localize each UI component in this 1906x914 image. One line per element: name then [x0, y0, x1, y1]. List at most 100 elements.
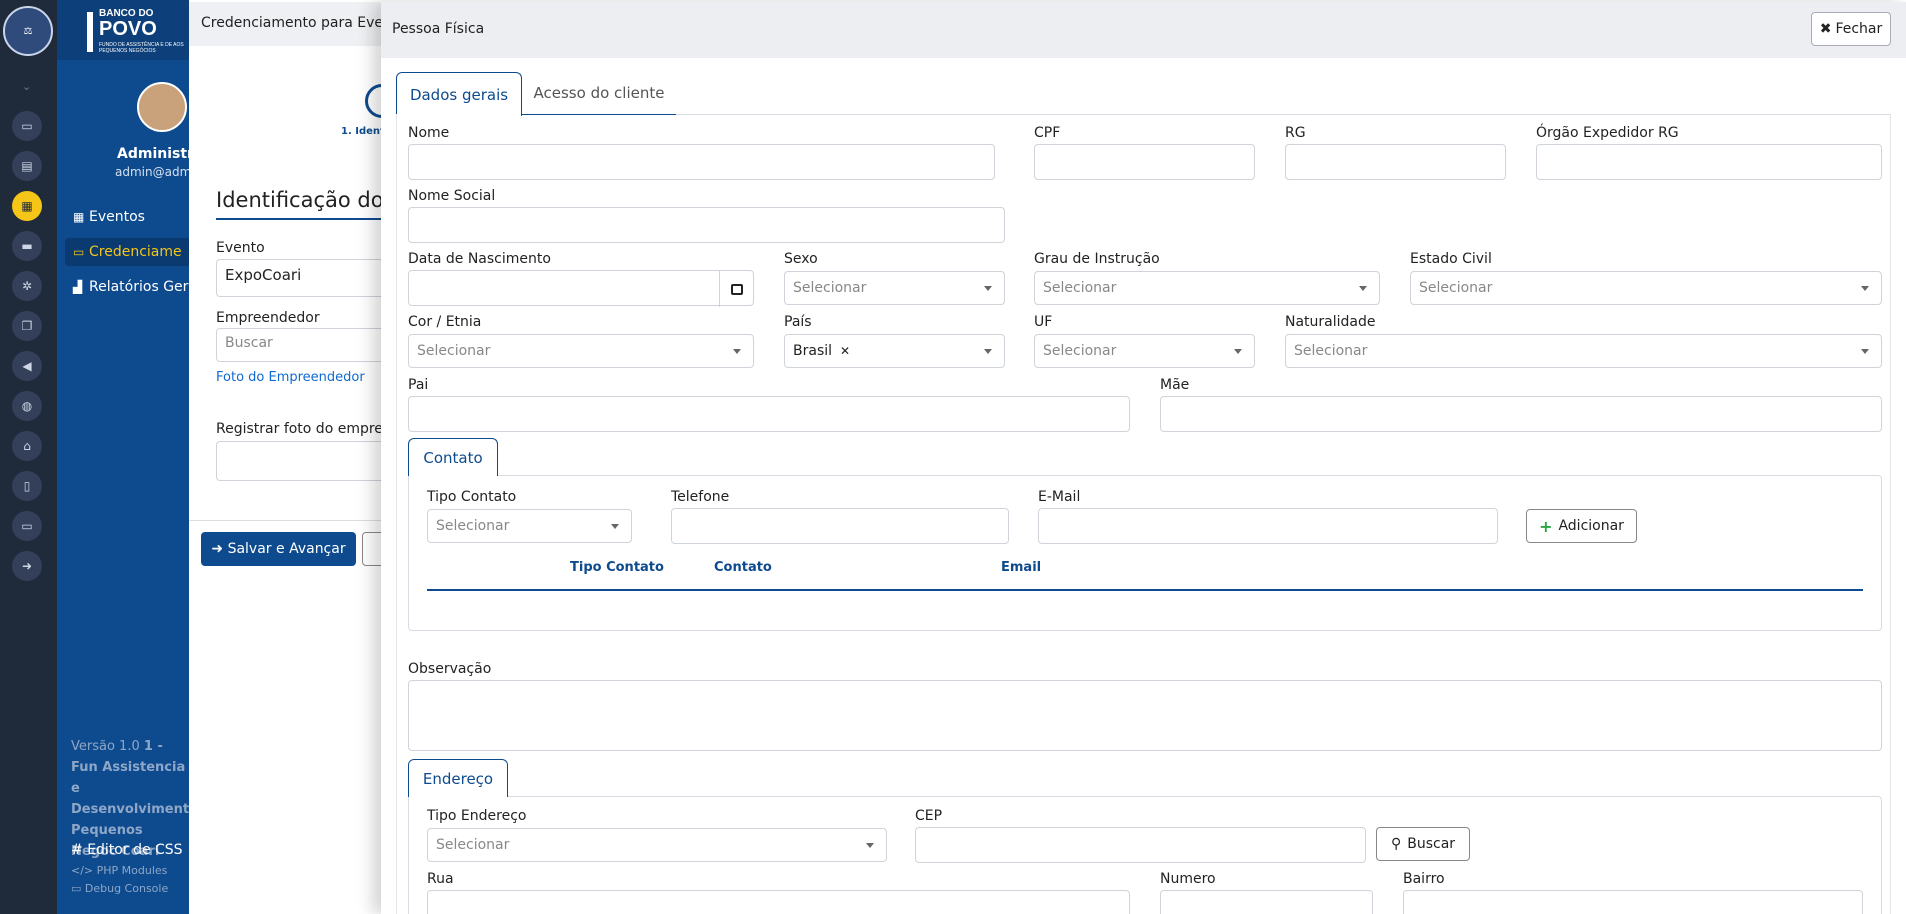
buscar-cep-button[interactable]: ⚲ Buscar — [1376, 827, 1470, 861]
save-advance-button[interactable]: ➜ Salvar e Avançar — [201, 532, 356, 566]
footer-version: Versão 1.0 — [71, 739, 140, 754]
rua-field[interactable] — [427, 890, 1130, 914]
page-title: Identificação do E — [216, 188, 404, 212]
tab-dados-gerais[interactable]: Dados gerais — [396, 72, 522, 116]
pai-label: Pai — [408, 377, 429, 393]
tipo-endereco-select[interactable]: Selecionar — [427, 828, 887, 862]
nome-social-label: Nome Social — [408, 188, 496, 204]
sidebar-item-eventos[interactable]: ▦ Eventos — [65, 203, 189, 231]
id-card-icon[interactable]: ▭ — [12, 111, 42, 141]
megaphone-icon[interactable]: ◀ — [12, 351, 42, 381]
empreendedor-label: Empreendedor — [216, 310, 320, 326]
nascimento-field[interactable] — [408, 270, 754, 307]
email-field[interactable] — [1038, 508, 1498, 544]
clipboard-icon[interactable]: ▤ — [12, 151, 42, 181]
tipo-contato-label: Tipo Contato — [427, 489, 517, 505]
naturalidade-select[interactable]: Selecionar — [1285, 334, 1882, 368]
cpf-field[interactable] — [1034, 144, 1255, 180]
estado-civil-placeholder: Selecionar — [1419, 280, 1493, 296]
naturalidade-placeholder: Selecionar — [1294, 343, 1368, 359]
tab-contato[interactable]: Contato — [408, 438, 498, 476]
search-icon: ⚲ — [1390, 836, 1402, 852]
calendar-picker-button[interactable] — [719, 271, 753, 307]
cor-select[interactable]: Selecionar — [408, 334, 754, 368]
monitor-icon[interactable]: ▭ — [12, 511, 42, 541]
grau-select[interactable]: Selecionar — [1034, 271, 1380, 305]
tipo-endereco-label: Tipo Endereço — [427, 808, 527, 824]
clear-icon[interactable]: ✕ — [840, 344, 850, 358]
caret-down-icon — [1359, 286, 1367, 291]
tab-endereco[interactable]: Endereço — [408, 759, 508, 797]
telefone-field[interactable] — [671, 508, 1009, 544]
cep-field[interactable] — [915, 827, 1366, 863]
email-label: E-Mail — [1038, 489, 1081, 505]
grau-placeholder: Selecionar — [1043, 280, 1117, 296]
rg-field[interactable] — [1285, 144, 1506, 180]
sexo-select[interactable]: Selecionar — [784, 271, 1005, 305]
tipo-contato-select[interactable]: Selecionar — [427, 509, 632, 543]
tipo-endereco-placeholder: Selecionar — [436, 837, 510, 853]
php-modules-link[interactable]: </> PHP Modules — [71, 864, 167, 877]
money-icon[interactable]: ▬ — [12, 231, 42, 261]
chevron-down-icon[interactable]: ⌄ — [22, 80, 31, 93]
column-header-email[interactable]: Email — [1001, 560, 1041, 575]
globe-icon[interactable]: ◍ — [12, 391, 42, 421]
caret-down-icon — [984, 286, 992, 291]
divider — [189, 520, 389, 521]
icon-rail: ⚖ ⌄ ▭ ▤ ▦ ▬ ✲ ❐ ◀ ◍ ⌂ ▯ ▭ ➜ — [0, 0, 57, 914]
mae-field[interactable] — [1160, 396, 1882, 432]
nome-social-field[interactable] — [408, 207, 1005, 243]
observacao-field[interactable] — [408, 680, 1882, 751]
add-contact-label: Adicionar — [1558, 518, 1624, 534]
estado-civil-label: Estado Civil — [1410, 251, 1492, 267]
sidebar-item-credenciamento[interactable]: ▭ Credenciame — [65, 238, 189, 266]
pais-value: Brasil — [793, 343, 833, 359]
bairro-field[interactable] — [1403, 890, 1863, 914]
debug-console-link[interactable]: ▭ Debug Console — [71, 882, 168, 895]
cor-placeholder: Selecionar — [417, 343, 491, 359]
avatar[interactable] — [137, 82, 187, 132]
home-icon[interactable]: ⌂ — [12, 431, 42, 461]
table-header-divider — [427, 589, 1863, 591]
logo-icon: ⚖ — [3, 6, 53, 56]
modal-title: Pessoa Física — [392, 21, 485, 37]
orgao-field[interactable] — [1536, 144, 1882, 180]
pais-label: País — [784, 314, 812, 330]
pai-field[interactable] — [408, 396, 1130, 432]
cor-label: Cor / Etnia — [408, 314, 482, 330]
plus-icon: + — [1539, 516, 1553, 536]
numero-field[interactable] — [1160, 890, 1373, 914]
editor-css-link[interactable]: # Editor de CSS — [71, 842, 183, 858]
sidebar: BANCO DO POVO FUNDO DE ASSISTÊNCIA E DE … — [57, 0, 189, 914]
copy-icon[interactable]: ❐ — [12, 311, 42, 341]
foto-empreendedor-link[interactable]: Foto do Empreendedor — [216, 370, 365, 385]
nome-field[interactable] — [408, 144, 995, 180]
sidebar-item-relatorios[interactable]: ▟ Relatórios Ger — [65, 273, 189, 301]
tab-acesso-cliente[interactable]: Acesso do cliente — [522, 72, 676, 115]
close-button[interactable]: ✖ Fechar — [1811, 12, 1891, 46]
logout-icon[interactable]: ➜ — [12, 551, 42, 581]
calendar-icon: ▦ — [73, 210, 85, 224]
uf-label: UF — [1034, 314, 1053, 330]
sidebar-item-label: Eventos — [89, 209, 145, 225]
estado-civil-select[interactable]: Selecionar — [1410, 271, 1882, 305]
column-header-tipo-contato[interactable]: Tipo Contato — [570, 560, 664, 575]
nascimento-label: Data de Nascimento — [408, 251, 551, 267]
brand-divider — [87, 12, 93, 52]
step-label: 1. Ident — [341, 126, 385, 137]
gears-icon[interactable]: ✲ — [12, 271, 42, 301]
calendar-icon[interactable]: ▦ — [12, 191, 42, 221]
caret-down-icon — [1861, 349, 1869, 354]
uf-select[interactable]: Selecionar — [1034, 334, 1255, 368]
contato-section — [408, 475, 1882, 631]
observacao-label: Observação — [408, 661, 492, 677]
add-contact-button[interactable]: + Adicionar — [1526, 509, 1637, 543]
buscar-label: Buscar — [1407, 836, 1456, 852]
numero-label: Numero — [1160, 871, 1216, 887]
cep-label: CEP — [915, 808, 943, 824]
column-header-contato[interactable]: Contato — [714, 560, 772, 575]
sidebar-item-label: Relatórios Ger — [89, 279, 189, 295]
rg-label: RG — [1285, 125, 1306, 141]
file-icon[interactable]: ▯ — [12, 471, 42, 501]
pais-select[interactable]: Brasil ✕ — [784, 334, 1005, 368]
